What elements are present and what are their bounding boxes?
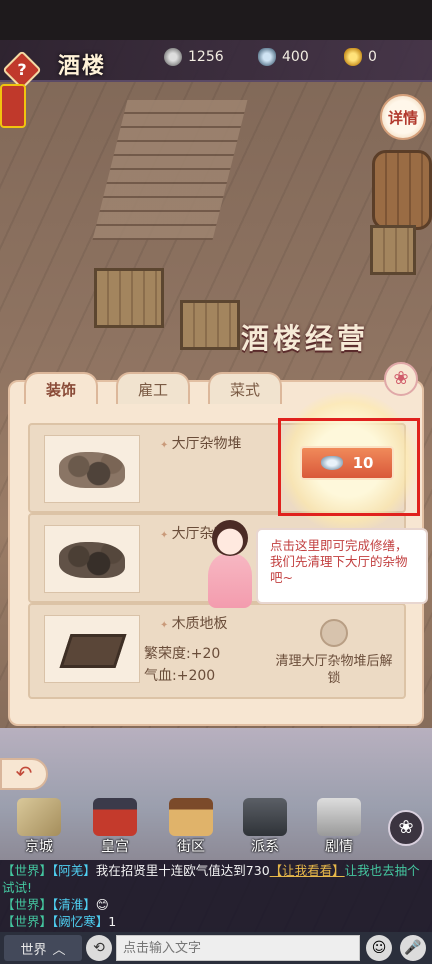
chevron-up-icon: ︿ (52, 942, 66, 958)
vitality-stat: 气血:+200 (144, 668, 216, 684)
flower-icon[interactable]: ❀ (384, 362, 418, 396)
list-item: 木质地板 繁荣度:+20 气血:+200 清理大厅杂物堆后解锁 (28, 603, 406, 699)
nav-district[interactable]: 街区 (156, 796, 226, 858)
crate-decoration (94, 268, 164, 328)
channel-selector[interactable]: 世界 ︿ (4, 935, 82, 961)
game-screen: ? 酒楼 1256 400 0 详情 酒楼经营 装饰 雇工 菜式 ❀ 大厅杂物堆… (0, 0, 432, 964)
gold-ingot-icon (344, 48, 362, 66)
tavern-banner: 酒楼经营 (240, 322, 369, 355)
copper-coin-counter: 1256 (164, 47, 224, 67)
story-icon (317, 798, 361, 836)
chat-input-bar: 世界 ︿ ⟲ ☺ 🎤 (0, 932, 432, 964)
flower-icon[interactable]: ❀ (388, 810, 424, 846)
chat-message: 【世界】【清淮】😊 (2, 897, 109, 912)
faction-icon (243, 798, 287, 836)
page-title: 酒楼 (58, 53, 107, 79)
chat-message: 【世界】【阿羌】我在招贤里十连欧气值达到730【让我看看】让我也去抽个试试! (2, 863, 420, 895)
chest-icon[interactable] (0, 84, 26, 128)
silver-ingot-counter: 400 (258, 47, 309, 67)
unlock-requirement: 清理大厅杂物堆后解锁 (272, 619, 396, 687)
tutorial-tip: 点击这里即可完成修缮，我们先清理下大厅的杂物吧~ (256, 528, 428, 604)
stairs-decoration (92, 100, 248, 240)
back-button[interactable]: ↶ (0, 758, 48, 790)
tab-staff[interactable]: 雇工 (116, 372, 190, 404)
floor-thumbnail (44, 615, 140, 683)
item-name: 木质地板 (160, 613, 228, 633)
lock-icon (320, 619, 348, 647)
guide-character (200, 516, 260, 612)
barrel-decoration (372, 150, 432, 230)
copper-coin-icon (164, 48, 182, 66)
silver-ingot-icon (258, 48, 276, 66)
bottom-nav: 京城 皇宫 街区 派系 剧情 (0, 796, 432, 858)
nav-capital[interactable]: 京城 (4, 796, 74, 858)
nav-palace[interactable]: 皇宫 (80, 796, 150, 858)
tab-decoration[interactable]: 装饰 (24, 372, 98, 404)
nav-faction[interactable]: 派系 (230, 796, 300, 858)
debris-thumbnail (44, 435, 140, 503)
repair-cost-button[interactable]: 10 (300, 446, 394, 480)
palace-icon (93, 798, 137, 836)
nav-story[interactable]: 剧情 (304, 796, 374, 858)
gold-ingot-counter: 0 (344, 47, 377, 67)
prosperity-stat: 繁荣度:+20 (144, 646, 221, 662)
history-icon[interactable]: ⟲ (86, 935, 112, 961)
chat-log[interactable]: 【世界】【阿羌】我在招贤里十连欧气值达到730【让我看看】让我也去抽个试试! 【… (0, 860, 432, 932)
crate-decoration (370, 225, 416, 275)
chat-message: 【世界】【阙忆寒】1 (2, 914, 117, 929)
item-name: 大厅杂物堆 (160, 433, 242, 453)
emoji-icon[interactable]: ☺ (366, 935, 392, 961)
detail-button[interactable]: 详情 (380, 94, 426, 140)
debris-thumbnail (44, 525, 140, 593)
chat-input[interactable] (116, 935, 360, 961)
tab-bar: 装饰 雇工 菜式 (24, 372, 282, 404)
status-bar (0, 0, 432, 40)
district-icon (169, 798, 213, 836)
silver-ingot-icon (320, 456, 343, 470)
map-icon (17, 798, 61, 836)
microphone-icon[interactable]: 🎤 (400, 935, 426, 961)
tab-dishes[interactable]: 菜式 (208, 372, 282, 404)
